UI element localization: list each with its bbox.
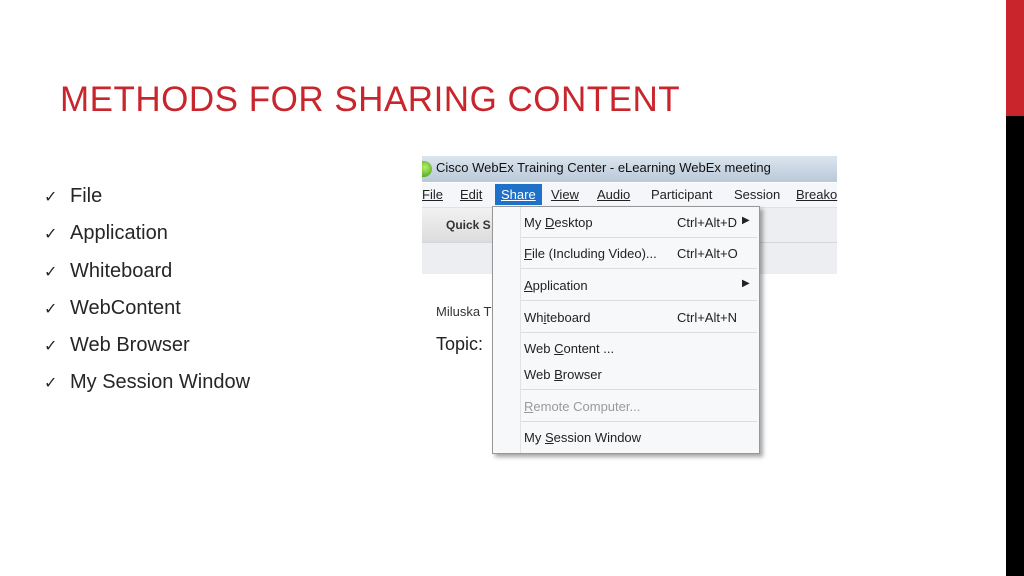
menu-edit[interactable]: Edit [460, 187, 482, 202]
slide-title: METHODS FOR SHARING CONTENT [60, 80, 681, 119]
quick-start-tab[interactable]: Quick S [422, 208, 494, 242]
check-icon: ✓ [44, 300, 58, 318]
bullet-text: Whiteboard [70, 259, 173, 282]
edge-accent-bar [1006, 0, 1024, 116]
topic-label: Topic: [436, 334, 484, 354]
menu-item-whiteboard[interactable]: Whiteboard Ctrl+Alt+N [524, 307, 754, 329]
menu-participant[interactable]: Participant [651, 187, 712, 202]
menu-item-remote-computer: Remote Computer... [524, 399, 641, 414]
bullet-list: ✓ File ✓ Application ✓ Whiteboard ✓ WebConte… [44, 180, 250, 404]
host-name: Miluska T [436, 304, 492, 319]
menu-item-application[interactable]: Application ▶ [524, 275, 754, 297]
menu-divider [521, 421, 757, 422]
menu-view[interactable]: View [551, 187, 579, 202]
menu-item-web-content[interactable]: Web Content ... [524, 338, 754, 360]
bullet-text: Web Browser [70, 334, 190, 357]
menu-share[interactable]: Share [495, 184, 542, 205]
menu-audio[interactable]: Audio [597, 187, 630, 202]
menu-session[interactable]: Session [734, 187, 780, 202]
check-icon: ✓ [44, 338, 58, 356]
webex-screenshot: Cisco WebEx Training Center - eLearning … [422, 156, 837, 456]
bullet-item: ✓ WebContent [44, 292, 250, 329]
bullet-text: My Session Window [70, 371, 251, 394]
menu-item-web-browser[interactable]: Web Browser [524, 364, 754, 386]
bullet-item: ✓ File [44, 180, 250, 217]
menu-breakout[interactable]: Breako [796, 187, 837, 202]
menu-bar: File Edit Share View Audio Participant S… [422, 183, 837, 208]
window-title: Cisco WebEx Training Center - eLearning … [436, 160, 771, 175]
shortcut-label: Ctrl+Alt+O [677, 246, 738, 261]
check-icon: ✓ [44, 375, 58, 393]
menu-item-my-desktop[interactable]: My Desktop Ctrl+Alt+D ▶ [524, 212, 754, 234]
edge-dark-bar [1006, 116, 1024, 576]
check-icon: ✓ [44, 226, 58, 244]
submenu-arrow-icon: ▶ [742, 278, 750, 289]
bullet-text: WebContent [70, 296, 181, 319]
bullet-item: ✓ My Session Window [44, 366, 250, 403]
menu-item-my-session-window[interactable]: My Session Window [524, 427, 754, 449]
shortcut-label: Ctrl+Alt+D [677, 215, 737, 230]
window-title-bar: Cisco WebEx Training Center - eLearning … [422, 156, 837, 182]
webex-logo-icon [422, 161, 432, 177]
menu-divider [521, 300, 757, 301]
check-icon: ✓ [44, 263, 58, 281]
menu-divider [521, 332, 757, 333]
bullet-text: File [70, 185, 103, 207]
bullet-text: Application [70, 222, 168, 245]
menu-icon-gutter [520, 207, 521, 453]
bullet-item: ✓ Web Browser [44, 329, 250, 366]
share-menu-dropdown: My Desktop Ctrl+Alt+D ▶ File (Including … [492, 206, 760, 454]
menu-item-file[interactable]: File (Including Video)... Ctrl+Alt+O [524, 243, 754, 265]
menu-divider [521, 389, 757, 390]
menu-divider [521, 237, 757, 238]
submenu-arrow-icon: ▶ [742, 215, 750, 226]
menu-file[interactable]: File [422, 187, 443, 202]
shortcut-label: Ctrl+Alt+N [677, 310, 737, 325]
check-icon: ✓ [44, 189, 58, 206]
bullet-item: ✓ Application [44, 217, 250, 254]
bullet-item: ✓ Whiteboard [44, 255, 250, 292]
menu-divider [521, 268, 757, 269]
